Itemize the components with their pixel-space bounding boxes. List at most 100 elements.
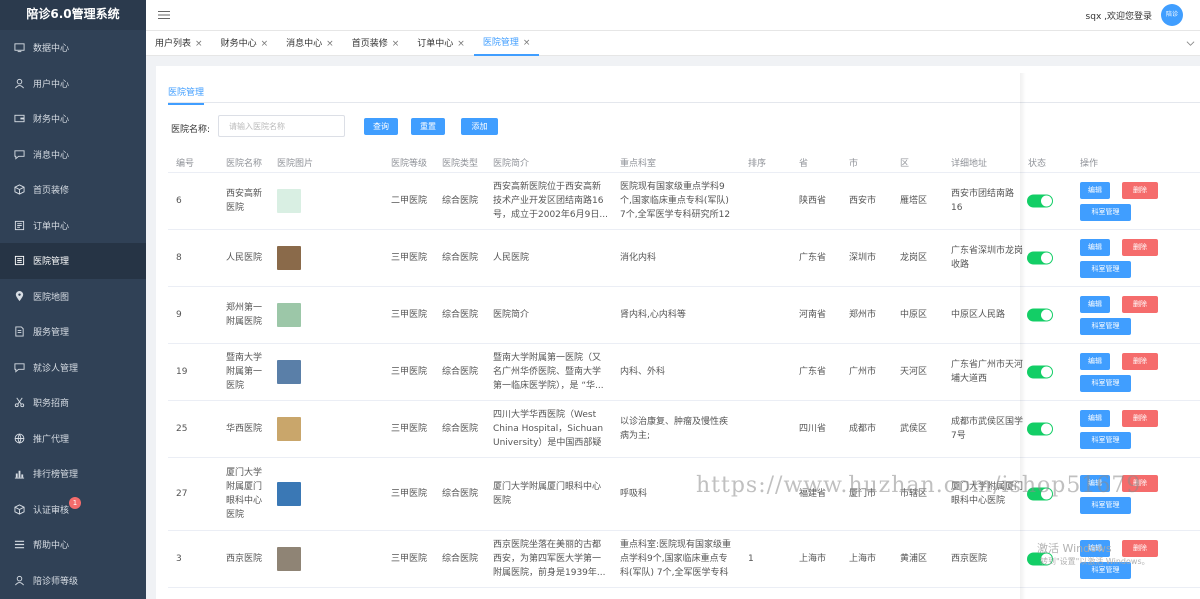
cell-intro: 四川大学华西医院（West China Hospital，Sichuan Uni…	[493, 410, 604, 448]
cell-intro: 人民医院	[493, 253, 530, 263]
department-manage-button[interactable]: 科室管理	[1080, 317, 1131, 335]
department-manage-button[interactable]: 科室管理	[1080, 374, 1131, 392]
reset-button[interactable]: 重置	[411, 118, 445, 135]
add-button[interactable]: 添加	[461, 118, 498, 135]
user-icon	[14, 78, 25, 89]
globe-icon	[14, 433, 25, 444]
department-manage-button[interactable]: 科室管理	[1080, 203, 1131, 221]
column-header: 排序	[748, 159, 767, 169]
sidebar-item[interactable]: 服务管理	[0, 314, 146, 350]
watermark: https://www.huzhan.com/ishop51679	[696, 473, 1142, 498]
sidebar-item[interactable]: 医院管理	[0, 243, 146, 279]
tab[interactable]: 订单中心 ×	[408, 31, 474, 56]
table-row: 9 郑州第一附属医院 三甲医院 综合医院 医院简介 肾内科,心内科等 河南省 郑州市 中原区 中原…	[168, 287, 1200, 344]
list-icon	[14, 255, 25, 266]
tab-label: 首页装修	[351, 38, 388, 49]
sidebar-item[interactable]: 消息中心	[0, 137, 146, 173]
department-manage-button[interactable]: 科室管理	[1080, 431, 1131, 449]
hospital-name-input[interactable]	[218, 115, 345, 137]
delete-button[interactable]: 删除	[1122, 539, 1158, 557]
windows-activation-title: 激活 Windows	[1037, 542, 1112, 555]
cell-level: 三甲医院	[391, 489, 428, 499]
sidebar-item[interactable]: 订单中心	[0, 208, 146, 244]
delete-button[interactable]: 删除	[1122, 352, 1158, 370]
document-icon	[14, 326, 25, 337]
sidebar-item-label: 服务管理	[33, 328, 70, 339]
department-manage-button[interactable]: 科室管理	[1080, 260, 1131, 278]
edit-button[interactable]: 编辑	[1080, 409, 1110, 427]
sidebar-item[interactable]: 帮助中心	[0, 527, 146, 563]
tab-label: 财务中心	[220, 38, 257, 49]
status-toggle[interactable]	[1027, 422, 1053, 436]
delete-button[interactable]: 删除	[1122, 409, 1158, 427]
cell-type: 综合医院	[442, 253, 479, 263]
tab[interactable]: 财务中心 ×	[212, 31, 278, 56]
order-icon	[14, 220, 25, 231]
sidebar-item[interactable]: 用户中心	[0, 66, 146, 102]
cell-id: 19	[176, 367, 188, 377]
sidebar-item[interactable]: 职务招商	[0, 385, 146, 421]
box-icon	[14, 504, 25, 515]
sidebar-item[interactable]: 陪诊师等级	[0, 563, 146, 599]
delete-button[interactable]: 删除	[1122, 238, 1158, 256]
close-icon[interactable]: ×	[261, 32, 269, 56]
status-toggle[interactable]	[1027, 308, 1053, 322]
cell-departments: 以诊治康复、肿瘤及慢性疾病为主;	[620, 417, 729, 441]
delete-button[interactable]: 删除	[1122, 295, 1158, 313]
hamburger-icon[interactable]	[158, 9, 170, 21]
cell-address: 中原区人民路	[951, 310, 1006, 320]
query-button[interactable]: 查询	[364, 118, 398, 135]
sidebar-item[interactable]: 医院地图	[0, 279, 146, 315]
tab[interactable]: 用户列表 ×	[146, 31, 212, 56]
status-toggle[interactable]	[1027, 365, 1053, 379]
table-row: 8 人民医院 三甲医院 综合医院 人民医院 消化内科 广东省 深圳市 龙岗区 广东省深圳市龙岗收路…	[168, 230, 1200, 287]
notification-badge: 1	[69, 496, 81, 509]
sidebar-item[interactable]: 推广代理	[0, 421, 146, 457]
sidebar: 陪诊6.0管理系统 数据中心 用户中心 财务中心 消息中心 首页装修 订单中心 医院管理 医院…	[0, 0, 146, 599]
table-row: 25 华西医院 三甲医院 综合医院 四川大学华西医院（West China Hospit…	[168, 401, 1200, 458]
sidebar-item-label: 陪诊师等级	[33, 576, 79, 587]
top-bar: sqx ,欢迎您登录 陪诊	[146, 0, 1200, 31]
sidebar-item[interactable]: 认证审核 1	[0, 492, 146, 528]
sidebar-item[interactable]: 首页装修	[0, 172, 146, 208]
cell-province: 河南省	[799, 310, 827, 320]
close-icon[interactable]: ×	[326, 32, 334, 56]
delete-button[interactable]: 删除	[1122, 181, 1158, 199]
sidebar-item-label: 推广代理	[33, 434, 70, 445]
cell-departments: 重点科室:医院现有国家级重点学科9个,国家临床重点专科(军队) 7个,全军医学专…	[620, 540, 732, 578]
tab-label: 用户列表	[155, 38, 192, 49]
edit-button[interactable]: 编辑	[1080, 295, 1110, 313]
cell-hospital-name: 西京医院	[226, 554, 263, 564]
close-icon[interactable]: ×	[392, 32, 400, 56]
chevron-down-icon[interactable]	[1186, 39, 1195, 48]
tab[interactable]: 消息中心 ×	[277, 31, 343, 56]
cell-hospital-name: 西安高新医院	[226, 189, 263, 213]
status-toggle[interactable]	[1027, 194, 1053, 208]
sidebar-item[interactable]: 排行榜管理	[0, 456, 146, 492]
cell-departments: 医院现有国家级重点学科9个,国家临床重点专科(军队) 7个,全军医学专科研究所1…	[620, 182, 731, 220]
avatar[interactable]: 陪诊	[1161, 4, 1183, 26]
department-manage-button[interactable]: 科室管理	[1080, 496, 1131, 514]
hospital-image	[277, 547, 301, 571]
sidebar-item[interactable]: 财务中心	[0, 101, 146, 137]
cell-level: 三甲医院	[391, 424, 428, 434]
edit-button[interactable]: 编辑	[1080, 352, 1110, 370]
status-toggle[interactable]	[1027, 251, 1053, 265]
sidebar-item[interactable]: 数据中心	[0, 30, 146, 66]
edit-button[interactable]: 编辑	[1080, 238, 1110, 256]
column-header: 状态	[1028, 159, 1047, 169]
close-icon[interactable]: ×	[457, 32, 465, 56]
sidebar-item[interactable]: 就诊人管理	[0, 350, 146, 386]
cell-type: 综合医院	[442, 367, 479, 377]
cell-intro: 西京医院坐落在美丽的古都西安，为第四军医大学第一附属医院，前身是1939年...	[493, 540, 606, 578]
tab[interactable]: 首页装修 ×	[343, 31, 409, 56]
cell-level: 二甲医院	[391, 196, 428, 206]
close-icon[interactable]: ×	[523, 31, 531, 55]
cell-province: 上海市	[799, 554, 827, 564]
hospital-image	[277, 417, 301, 441]
edit-button[interactable]: 编辑	[1080, 181, 1110, 199]
tab[interactable]: 医院管理 ×	[473, 31, 540, 56]
close-icon[interactable]: ×	[195, 32, 203, 56]
column-header: 医院简介	[493, 159, 530, 169]
cell-intro: 西安高新医院位于西安高新技术产业开发区团结南路16号，成立于2002年6月9日.…	[493, 182, 608, 220]
